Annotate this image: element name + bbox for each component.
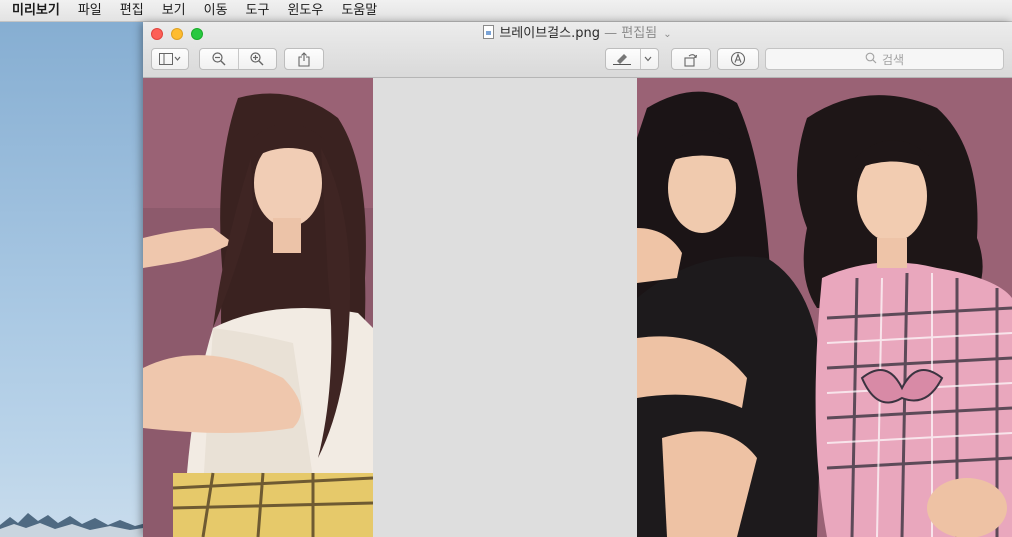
menu-bar: 미리보기 파일 편집 보기 이동 도구 윈도우 도움말 [0,0,1012,22]
zoom-controls [199,48,277,70]
photo-member-left [143,78,373,537]
share-icon [298,51,310,67]
menu-window[interactable]: 윈도우 [287,0,323,22]
sidebar-icon [159,53,181,65]
photo-members-right [637,78,1012,537]
image-fragment-right [637,78,1012,537]
menu-tools[interactable]: 도구 [246,0,270,22]
png-file-icon [483,25,495,39]
menu-go[interactable]: 이동 [204,0,228,22]
image-fragment-left [143,78,373,537]
zoom-out-button[interactable] [200,52,238,66]
chevron-down-icon [644,56,652,62]
search-icon [865,52,877,67]
share-button[interactable] [284,48,324,70]
highlight-menu-button[interactable] [639,56,658,62]
document-canvas[interactable] [143,78,1012,537]
highlight-button[interactable] [606,53,639,65]
window-title-filename: 브레이브걸스.png [499,26,600,41]
highlight-controls [605,48,659,70]
image-gap [373,78,637,537]
rotate-button[interactable] [671,48,711,70]
chevron-down-icon[interactable]: ⌄ [663,29,671,40]
zoom-in-button[interactable] [238,52,276,66]
zoom-out-icon [212,52,226,66]
window-title[interactable]: 브레이브걸스.png — 편집됨 ⌄ [143,25,1012,44]
markup-icon [730,51,746,67]
menu-app-preview[interactable]: 미리보기 [12,0,60,22]
wallpaper-mountains [0,513,150,537]
preview-window: 브레이브걸스.png — 편집됨 ⌄ 검색 [143,22,1012,537]
search-placeholder: 검색 [881,52,905,67]
markup-button[interactable] [717,48,759,70]
menu-view[interactable]: 보기 [162,0,186,22]
window-titlebar[interactable]: 브레이브걸스.png — 편집됨 ⌄ 검색 [143,22,1012,78]
zoom-in-icon [250,52,264,66]
search-field[interactable]: 검색 [765,48,1004,70]
menu-file[interactable]: 파일 [78,0,102,22]
menu-edit[interactable]: 편집 [120,0,144,22]
rotate-icon [684,53,698,67]
sidebar-toggle-button[interactable] [151,48,189,70]
highlighter-icon [613,54,632,65]
window-title-status: — 편집됨 [604,26,658,41]
menu-help[interactable]: 도움말 [341,0,377,22]
